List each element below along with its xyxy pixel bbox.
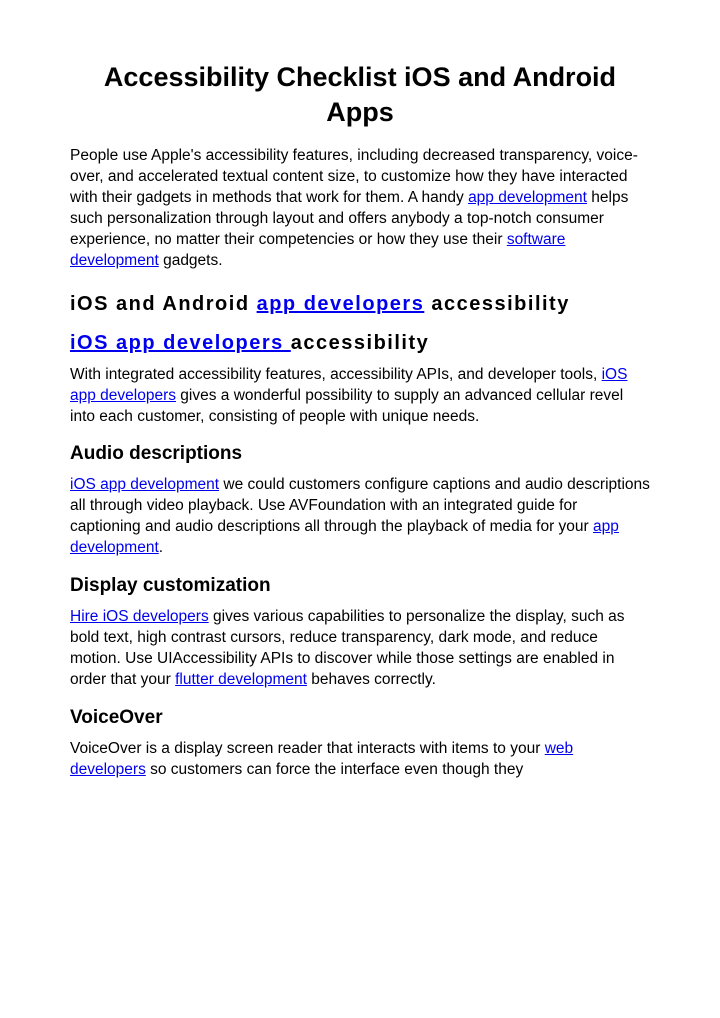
- body-text: behaves correctly.: [307, 671, 436, 688]
- link-flutter-development[interactable]: flutter development: [175, 671, 307, 688]
- section-heading-ios-android: iOS and Android app developers accessibi…: [70, 290, 650, 318]
- section-heading-audio: Audio descriptions: [70, 443, 650, 465]
- heading-text: iOS and Android: [70, 293, 257, 315]
- link-ios-app-developers-heading[interactable]: iOS app developers: [70, 332, 291, 354]
- audio-paragraph: iOS app development we could customers c…: [70, 475, 650, 559]
- link-app-developers[interactable]: app developers: [257, 293, 425, 315]
- intro-text: gadgets.: [159, 252, 223, 269]
- body-text: With integrated accessibility features, …: [70, 366, 602, 383]
- link-hire-ios-developers[interactable]: Hire iOS developers: [70, 608, 209, 625]
- link-ios-app-development[interactable]: iOS app development: [70, 476, 219, 493]
- section-heading-ios-accessibility: iOS app developers accessibility: [70, 332, 650, 355]
- body-text: .: [159, 539, 163, 556]
- heading-text: accessibility: [424, 293, 570, 315]
- voiceover-paragraph: VoiceOver is a display screen reader tha…: [70, 739, 650, 781]
- ios-accessibility-paragraph: With integrated accessibility features, …: [70, 365, 650, 428]
- intro-paragraph: People use Apple's accessibility feature…: [70, 146, 650, 272]
- section-heading-voiceover: VoiceOver: [70, 707, 650, 729]
- display-paragraph: Hire iOS developers gives various capabi…: [70, 607, 650, 691]
- section-heading-display: Display customization: [70, 575, 650, 597]
- link-app-development[interactable]: app development: [468, 189, 587, 206]
- heading-text: accessibility: [291, 332, 429, 354]
- page-title: Accessibility Checklist iOS and Android …: [70, 60, 650, 130]
- body-text: VoiceOver is a display screen reader tha…: [70, 740, 545, 757]
- body-text: so customers can force the interface eve…: [146, 761, 523, 778]
